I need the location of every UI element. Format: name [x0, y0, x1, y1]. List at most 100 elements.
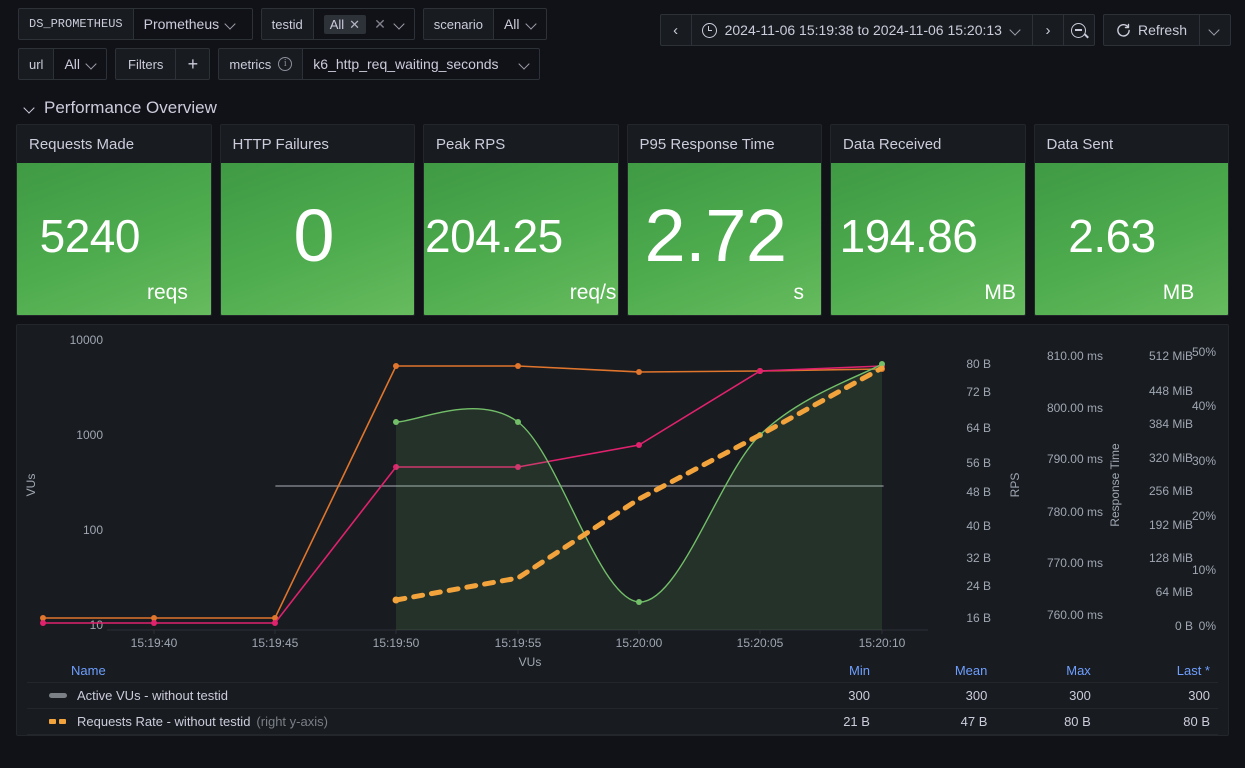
panel-title: Requests Made — [29, 135, 135, 153]
legend-row[interactable]: Active VUs - without testid 300 300 300 300 — [27, 682, 1218, 709]
legend-series-name-cell[interactable]: Active VUs - without testid — [27, 683, 775, 709]
x-axis-tick: 15:19:50 — [373, 636, 420, 650]
legend-max-value: 300 — [995, 682, 1099, 709]
stat-value-container: 2.72 s — [627, 163, 821, 315]
y-axis-tick: 0% — [1199, 619, 1217, 633]
info-icon[interactable]: i — [278, 57, 293, 71]
y-axis-tick: 10% — [1192, 563, 1216, 577]
legend-swatch-dashed-icon — [49, 718, 67, 724]
panel-title: HTTP Failures — [232, 135, 329, 153]
y-axis-title: RPS — [1008, 473, 1022, 498]
row-header-performance-overview[interactable]: Performance Overview — [0, 88, 1245, 124]
stat-panel-data-sent[interactable]: Data Sent 2.63 MB — [1033, 124, 1229, 316]
time-shift-forward-button[interactable]: › — [1033, 15, 1063, 45]
chevron-down-icon — [394, 18, 406, 30]
legend-col-last[interactable]: Last * — [1098, 658, 1218, 683]
variable-row-2: url All Filters + metrics i k6_http_req_… — [18, 48, 1245, 80]
y-axis-tick: 770.00 ms — [1047, 556, 1103, 570]
variable-testid-pill[interactable]: All ✕ — [323, 14, 367, 34]
series-point — [636, 369, 642, 375]
legend-col-max[interactable]: Max — [995, 658, 1099, 683]
series-point — [757, 368, 763, 374]
variable-scenario-value: All — [503, 16, 520, 32]
stat-value: 2.63 — [1068, 210, 1156, 262]
stat-panel-p95-response-time[interactable]: P95 Response Time 2.72 s — [626, 124, 822, 316]
add-filter-button[interactable]: + — [176, 48, 211, 80]
stat-panel-data-received[interactable]: Data Received 194.86 MB — [830, 124, 1026, 316]
legend-series-name: Active VUs - without testid — [77, 687, 228, 703]
variable-datasource[interactable]: DS_PROMETHEUS Prometheus — [18, 8, 253, 40]
time-shift-back-button[interactable]: ‹ — [661, 15, 691, 45]
legend-col-name[interactable]: Name — [27, 658, 775, 683]
variable-scenario[interactable]: scenario All — [422, 8, 547, 40]
y-axis-tick: 512 MiB — [1149, 349, 1193, 363]
adhoc-filters[interactable]: Filters + — [115, 48, 211, 80]
variable-url-select[interactable]: All — [53, 48, 108, 80]
x-axis-tick: 15:19:40 — [131, 636, 178, 650]
variable-datasource-select[interactable]: Prometheus — [132, 8, 253, 40]
timeseries-panel[interactable]: 10 100 1000 10000 VUs 80 B 72 B 64 B 56 B 48 B 40 … — [16, 324, 1229, 736]
close-icon[interactable]: ✕ — [349, 18, 360, 31]
legend-series-name-cell[interactable]: Requests Rate - without testid (right y-a… — [27, 709, 775, 735]
stat-panels-row: Requests Made 5240 reqs HTTP Failures 0 … — [0, 124, 1245, 316]
stat-value: 204.25 — [425, 210, 563, 262]
legend-last-value: 300 — [1098, 682, 1218, 709]
clear-icon[interactable]: ✕ — [372, 16, 388, 33]
legend-axis-note: (right y-axis) — [256, 713, 328, 729]
refresh-button[interactable]: Refresh — [1104, 15, 1199, 45]
zoom-out-icon — [1071, 22, 1087, 38]
y-axis-tick: 56 B — [966, 456, 991, 470]
variable-testid[interactable]: testid All ✕ ✕ — [260, 8, 415, 40]
variable-testid-select[interactable]: All ✕ ✕ — [312, 8, 415, 40]
time-range-button[interactable]: 2024-11-06 15:19:38 to 2024-11-06 15:20:… — [692, 15, 1032, 45]
legend-mean-value: 47 B — [877, 708, 996, 735]
legend-col-min[interactable]: Min — [774, 658, 878, 683]
x-axis-tick: 15:19:55 — [495, 636, 542, 650]
variable-scenario-select[interactable]: All — [492, 8, 547, 40]
refresh-interval-dropdown[interactable] — [1200, 15, 1230, 45]
variable-datasource-label: DS_PROMETHEUS — [18, 8, 133, 40]
stat-panel-requests-made[interactable]: Requests Made 5240 reqs — [16, 124, 212, 316]
time-controls: ‹ 2024-11-06 15:19:38 to 2024-11-06 15:2… — [659, 14, 1231, 46]
legend-min-value: 21 B — [774, 708, 878, 735]
y-axis-tick: 448 MiB — [1149, 384, 1193, 398]
y-axis-tick: 128 MiB — [1149, 551, 1193, 565]
zoom-out-button[interactable] — [1064, 15, 1094, 45]
stat-unit: MB — [984, 281, 1016, 304]
time-range-value: 2024-11-06 15:19:38 to 2024-11-06 15:20:… — [724, 22, 1002, 38]
panel-title: Data Received — [843, 135, 942, 153]
y-axis-tick: 16 B — [966, 611, 991, 625]
y-axis-tick: 10000 — [70, 333, 104, 347]
legend-table: Name Min Mean Max Last * Active VUs - wi… — [27, 658, 1218, 735]
stat-unit: reqs — [146, 281, 188, 304]
y-axis-tick: 30% — [1192, 454, 1216, 468]
y-axis-tick: 256 MiB — [1149, 484, 1193, 498]
row-title: Performance Overview — [44, 98, 217, 117]
legend-max-value: 80 B — [995, 708, 1099, 735]
chevron-down-icon — [1010, 24, 1022, 36]
timeseries-plot[interactable]: 10 100 1000 10000 VUs 80 B 72 B 64 B 56 B 48 B 40 … — [17, 325, 1228, 673]
stat-panel-peak-rps[interactable]: Peak RPS 204.25 req/s — [423, 124, 619, 316]
y-axis-tick: 100 — [83, 523, 103, 537]
variable-metrics-value: k6_http_req_waiting_seconds — [313, 56, 499, 72]
series-point — [393, 419, 399, 425]
x-axis-tick: 15:20:05 — [737, 636, 784, 650]
stat-value-container: 5240 reqs — [17, 163, 211, 315]
legend-col-mean[interactable]: Mean — [877, 658, 996, 683]
chevron-down-icon — [519, 58, 531, 70]
variable-metrics-label: metrics i — [218, 48, 303, 80]
stat-panel-http-failures[interactable]: HTTP Failures 0 — [219, 124, 415, 316]
legend-row[interactable]: Requests Rate - without testid (right y-a… — [27, 708, 1218, 735]
filters-button[interactable]: Filters — [115, 48, 177, 80]
variable-metrics[interactable]: metrics i k6_http_req_waiting_seconds — [218, 48, 540, 80]
stat-unit: MB — [1162, 281, 1195, 304]
y-axis-tick: 810.00 ms — [1047, 349, 1103, 363]
variable-url[interactable]: url All — [18, 48, 108, 80]
variable-metrics-select[interactable]: k6_http_req_waiting_seconds — [302, 48, 540, 80]
x-axis-tick: 15:20:10 — [859, 636, 906, 650]
stat-value-container: 0 — [220, 163, 414, 315]
variable-testid-value: All — [329, 16, 345, 32]
stat-unit: req/s — [569, 281, 617, 304]
legend-min-value: 300 — [774, 682, 878, 709]
stat-value: 2.72 — [644, 194, 787, 277]
